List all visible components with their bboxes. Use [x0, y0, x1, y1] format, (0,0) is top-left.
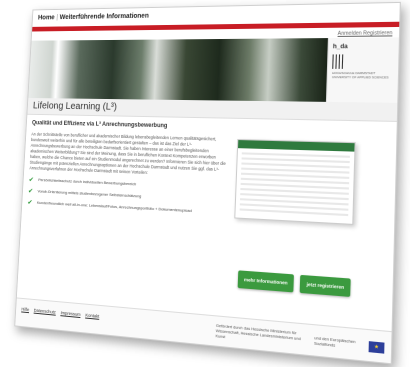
- logo-subtitle: HOCHSCHULE DARMSTADT UNIVERSITY OF APPLI…: [331, 70, 389, 80]
- text-column: Qualität und Effizienz via L³ Anrechnung…: [24, 120, 230, 286]
- funding-note: Gefördert durch das Hessische Ministeriu…: [215, 323, 301, 342]
- section-heading: Qualität und Effizienz via L³ Anrechnung…: [31, 120, 168, 130]
- check-text: Kundenfreundlich weil all-in-one: Lebens…: [36, 199, 192, 214]
- check-icon: ✔: [28, 176, 34, 184]
- web-page: Home|Weiterführende Informationen Anmeld…: [14, 1, 401, 365]
- preview-header: [238, 140, 355, 152]
- university-logo: h_da HOCHSCHULE DARMSTADT UNIVERSITY OF …: [325, 37, 399, 103]
- nav-separator: |: [56, 14, 59, 22]
- preview-column: mehr Informationen jetzt registrieren: [224, 125, 390, 300]
- logo-stripes-icon: [332, 54, 344, 69]
- preview-body: [239, 152, 350, 220]
- eu-flag-icon: ★: [368, 341, 385, 354]
- main-content: Qualität und Effizienz via L³ Anrechnung…: [18, 115, 396, 301]
- nav-home-link[interactable]: Home: [38, 15, 55, 22]
- check-icon: ✔: [27, 199, 33, 207]
- logo-title: h_da: [332, 44, 348, 51]
- check-icon: ✔: [27, 188, 34, 196]
- login-register-link[interactable]: Anmelden Registrieren: [338, 30, 393, 37]
- footer-link-imprint[interactable]: Impressum: [60, 310, 80, 317]
- footer: Hilfe Datenschutz Impressum Kontakt Gefö…: [15, 297, 392, 364]
- campus-photo: [28, 38, 328, 102]
- footer-link-contact[interactable]: Kontakt: [85, 313, 99, 319]
- check-text: Vorab-Orientierung mittels studienbezoge…: [37, 188, 142, 199]
- hero-banner: h_da HOCHSCHULE DARMSTADT UNIVERSITY OF …: [28, 37, 399, 103]
- stage: Home|Weiterführende Informationen Anmeld…: [0, 0, 410, 367]
- action-buttons: mehr Informationen jetzt registrieren: [232, 270, 387, 300]
- intro-paragraph: An der Schnittstelle von beruflicher und…: [29, 131, 226, 176]
- footer-link-privacy[interactable]: Datenschutz: [34, 308, 56, 315]
- preview-screenshot: [234, 139, 356, 225]
- footer-links: Hilfe Datenschutz Impressum Kontakt: [21, 307, 103, 320]
- nav-further-info-link[interactable]: Weiterführende Informationen: [59, 13, 148, 21]
- check-text: Persönlichkeitsschutz durch individuelle…: [38, 177, 137, 187]
- register-button[interactable]: jetzt registrieren: [299, 274, 352, 297]
- eu-funding-note: und den Europäischen Sozialfonds: [313, 336, 356, 348]
- more-info-button[interactable]: mehr Informationen: [237, 270, 295, 293]
- footer-link-help[interactable]: Hilfe: [21, 307, 29, 313]
